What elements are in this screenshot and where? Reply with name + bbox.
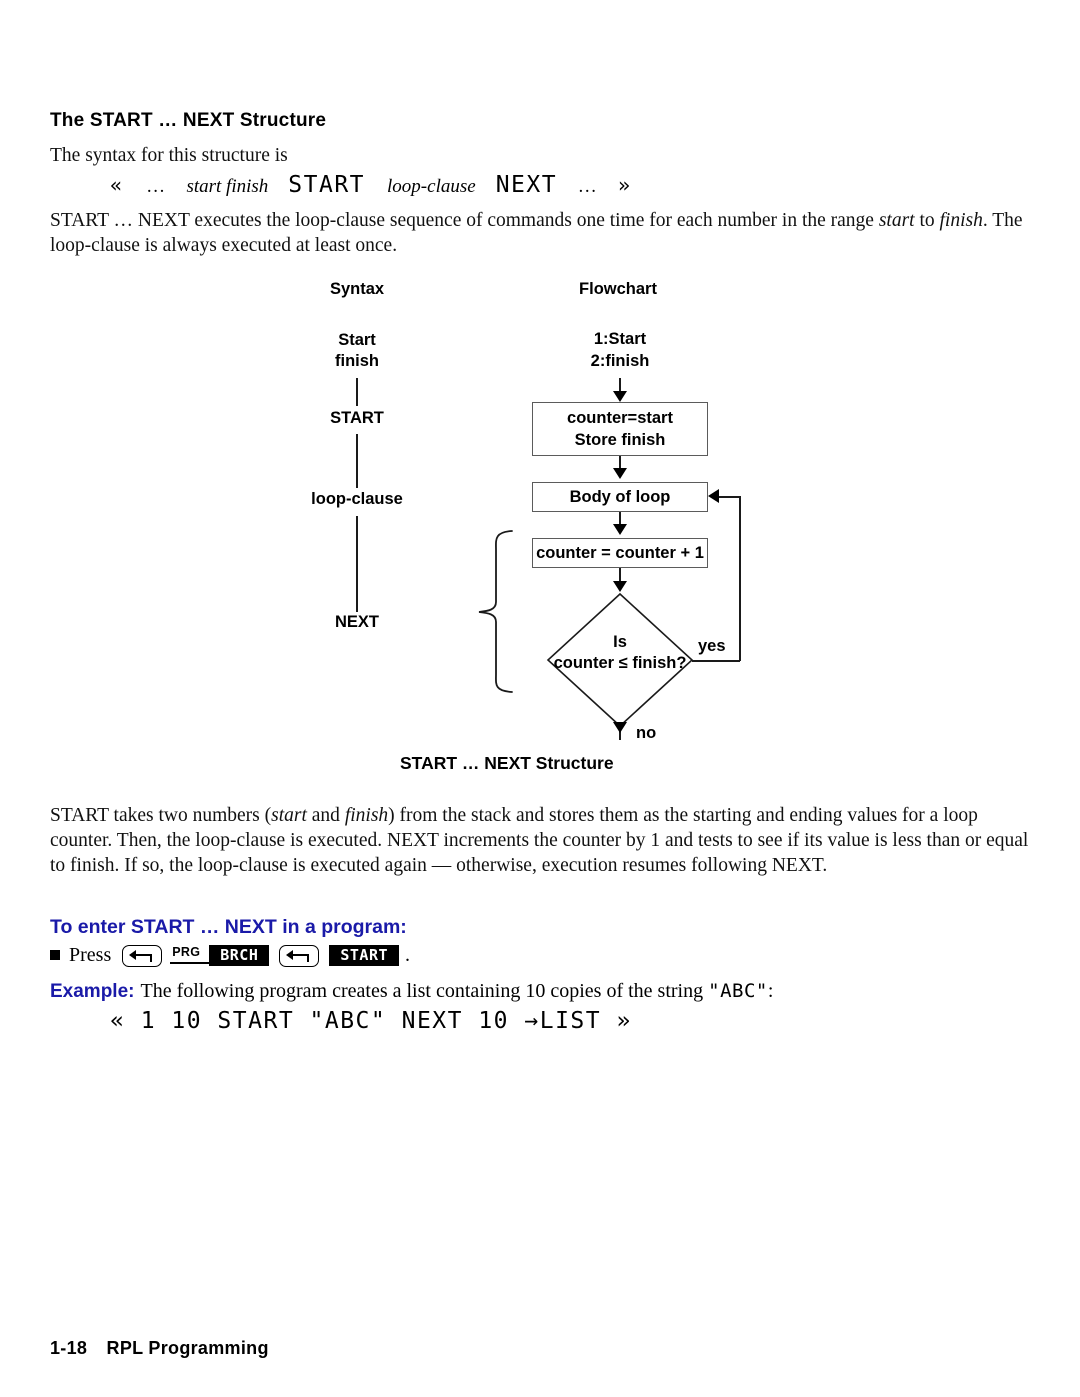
syntax-connector-3 xyxy=(356,516,358,612)
p2-part-a: START takes two numbers ( xyxy=(50,805,272,826)
example-label: Example: xyxy=(50,981,135,1002)
flow-node-test-line-1: Is xyxy=(613,633,627,651)
column-header-flowchart: Flowchart xyxy=(579,280,657,298)
arrow-down-icon-1 xyxy=(613,391,627,402)
footer-page-number: 1-18 xyxy=(50,1338,88,1358)
arrow-down-icon-5 xyxy=(613,722,627,733)
left-shift-key-1[interactable] xyxy=(122,944,163,967)
menu-key-start[interactable]: START xyxy=(329,945,399,966)
p2-italic-finish: finish xyxy=(344,805,389,826)
flow-node-init-line-2: Store finish xyxy=(574,431,666,449)
paragraph-start-behavior: START takes two numbers (start and finis… xyxy=(50,803,1035,878)
arrow-down-icon-2 xyxy=(613,468,627,479)
example-inline-code: "ABC" xyxy=(708,980,768,1002)
bullet-square-icon xyxy=(50,949,60,960)
syntax-item-next-keyword: NEXT xyxy=(334,613,379,631)
left-arrow-icon-head-2 xyxy=(286,950,294,960)
flow-node-increment: counter = counter + 1 xyxy=(532,538,708,568)
flow-edge-yes-return xyxy=(719,496,740,498)
syntax-item-start: Start xyxy=(338,331,376,349)
arrow-down-icon-4 xyxy=(613,581,627,592)
example-text-b: : xyxy=(767,980,774,1002)
trailing-period: . xyxy=(405,944,411,966)
arrow-down-icon-3 xyxy=(613,524,627,535)
figure-caption: START … NEXT Structure xyxy=(400,753,614,773)
page-footer: 1-18 RPL Programming xyxy=(50,1338,269,1359)
flow-edge-label-no: no xyxy=(636,724,657,742)
syntax-connector-2 xyxy=(356,434,358,488)
document-page: The START … NEXT Structure The syntax fo… xyxy=(0,0,1080,1397)
prg-key-label[interactable]: PRG xyxy=(170,945,215,964)
syntax-item-loop-clause: loop-clause xyxy=(311,490,403,508)
column-header-syntax: Syntax xyxy=(329,280,385,298)
menu-key-brch[interactable]: BRCH xyxy=(209,945,269,966)
figure-start-next-structure: Syntax Flowchart Start finish START loop… xyxy=(0,0,1080,773)
footer-chapter-title: RPL Programming xyxy=(106,1338,269,1358)
flow-edge-yes-horizontal xyxy=(692,660,740,662)
flow-node-init: counter=start Store finish xyxy=(532,402,708,456)
flow-edge-label-yes: yes xyxy=(698,637,726,655)
arrow-left-icon xyxy=(708,489,719,503)
syntax-item-finish: finish xyxy=(335,352,379,370)
p2-italic-start: start xyxy=(271,805,307,826)
example-text-a: The following program creates a list con… xyxy=(140,980,709,1002)
procedure-heading: To enter START … NEXT in a program: xyxy=(50,916,407,938)
flow-node-init-line-1: counter=start xyxy=(567,409,673,427)
left-arrow-icon-tail-2 xyxy=(307,955,310,962)
flow-node-increment-line-1: counter = counter + 1 xyxy=(536,544,704,562)
syntax-item-start-keyword: START xyxy=(330,409,384,427)
flow-node-test-line-2: counter ≤ finish? xyxy=(553,654,687,672)
example-code-line: « 1 10 START "ABC" NEXT 10 →LIST » xyxy=(110,1008,632,1034)
syntax-connector-1 xyxy=(356,378,358,406)
press-word: Press xyxy=(69,944,112,966)
stack-label-2: 2:finish xyxy=(590,352,650,370)
flow-edge-yes-vertical xyxy=(739,496,741,661)
example-paragraph: Example: The following program creates a … xyxy=(50,980,1040,1003)
flow-node-body-line-1: Body of loop xyxy=(569,488,671,506)
p2-part-b: and xyxy=(306,805,345,826)
menu-key-brch-label: BRCH xyxy=(220,946,259,964)
grouping-brace-icon xyxy=(478,530,513,693)
keystroke-instruction: Press PRG BRCH START . xyxy=(50,944,417,967)
left-arrow-icon-tail-1 xyxy=(150,955,153,962)
menu-key-start-label: START xyxy=(340,946,389,964)
left-arrow-icon-head-1 xyxy=(129,950,137,960)
flow-node-body: Body of loop xyxy=(532,482,708,512)
stack-label-1: 1:Start xyxy=(593,330,647,348)
flow-node-test: Is counter ≤ finish? xyxy=(546,592,694,728)
left-shift-key-2[interactable] xyxy=(279,944,320,967)
